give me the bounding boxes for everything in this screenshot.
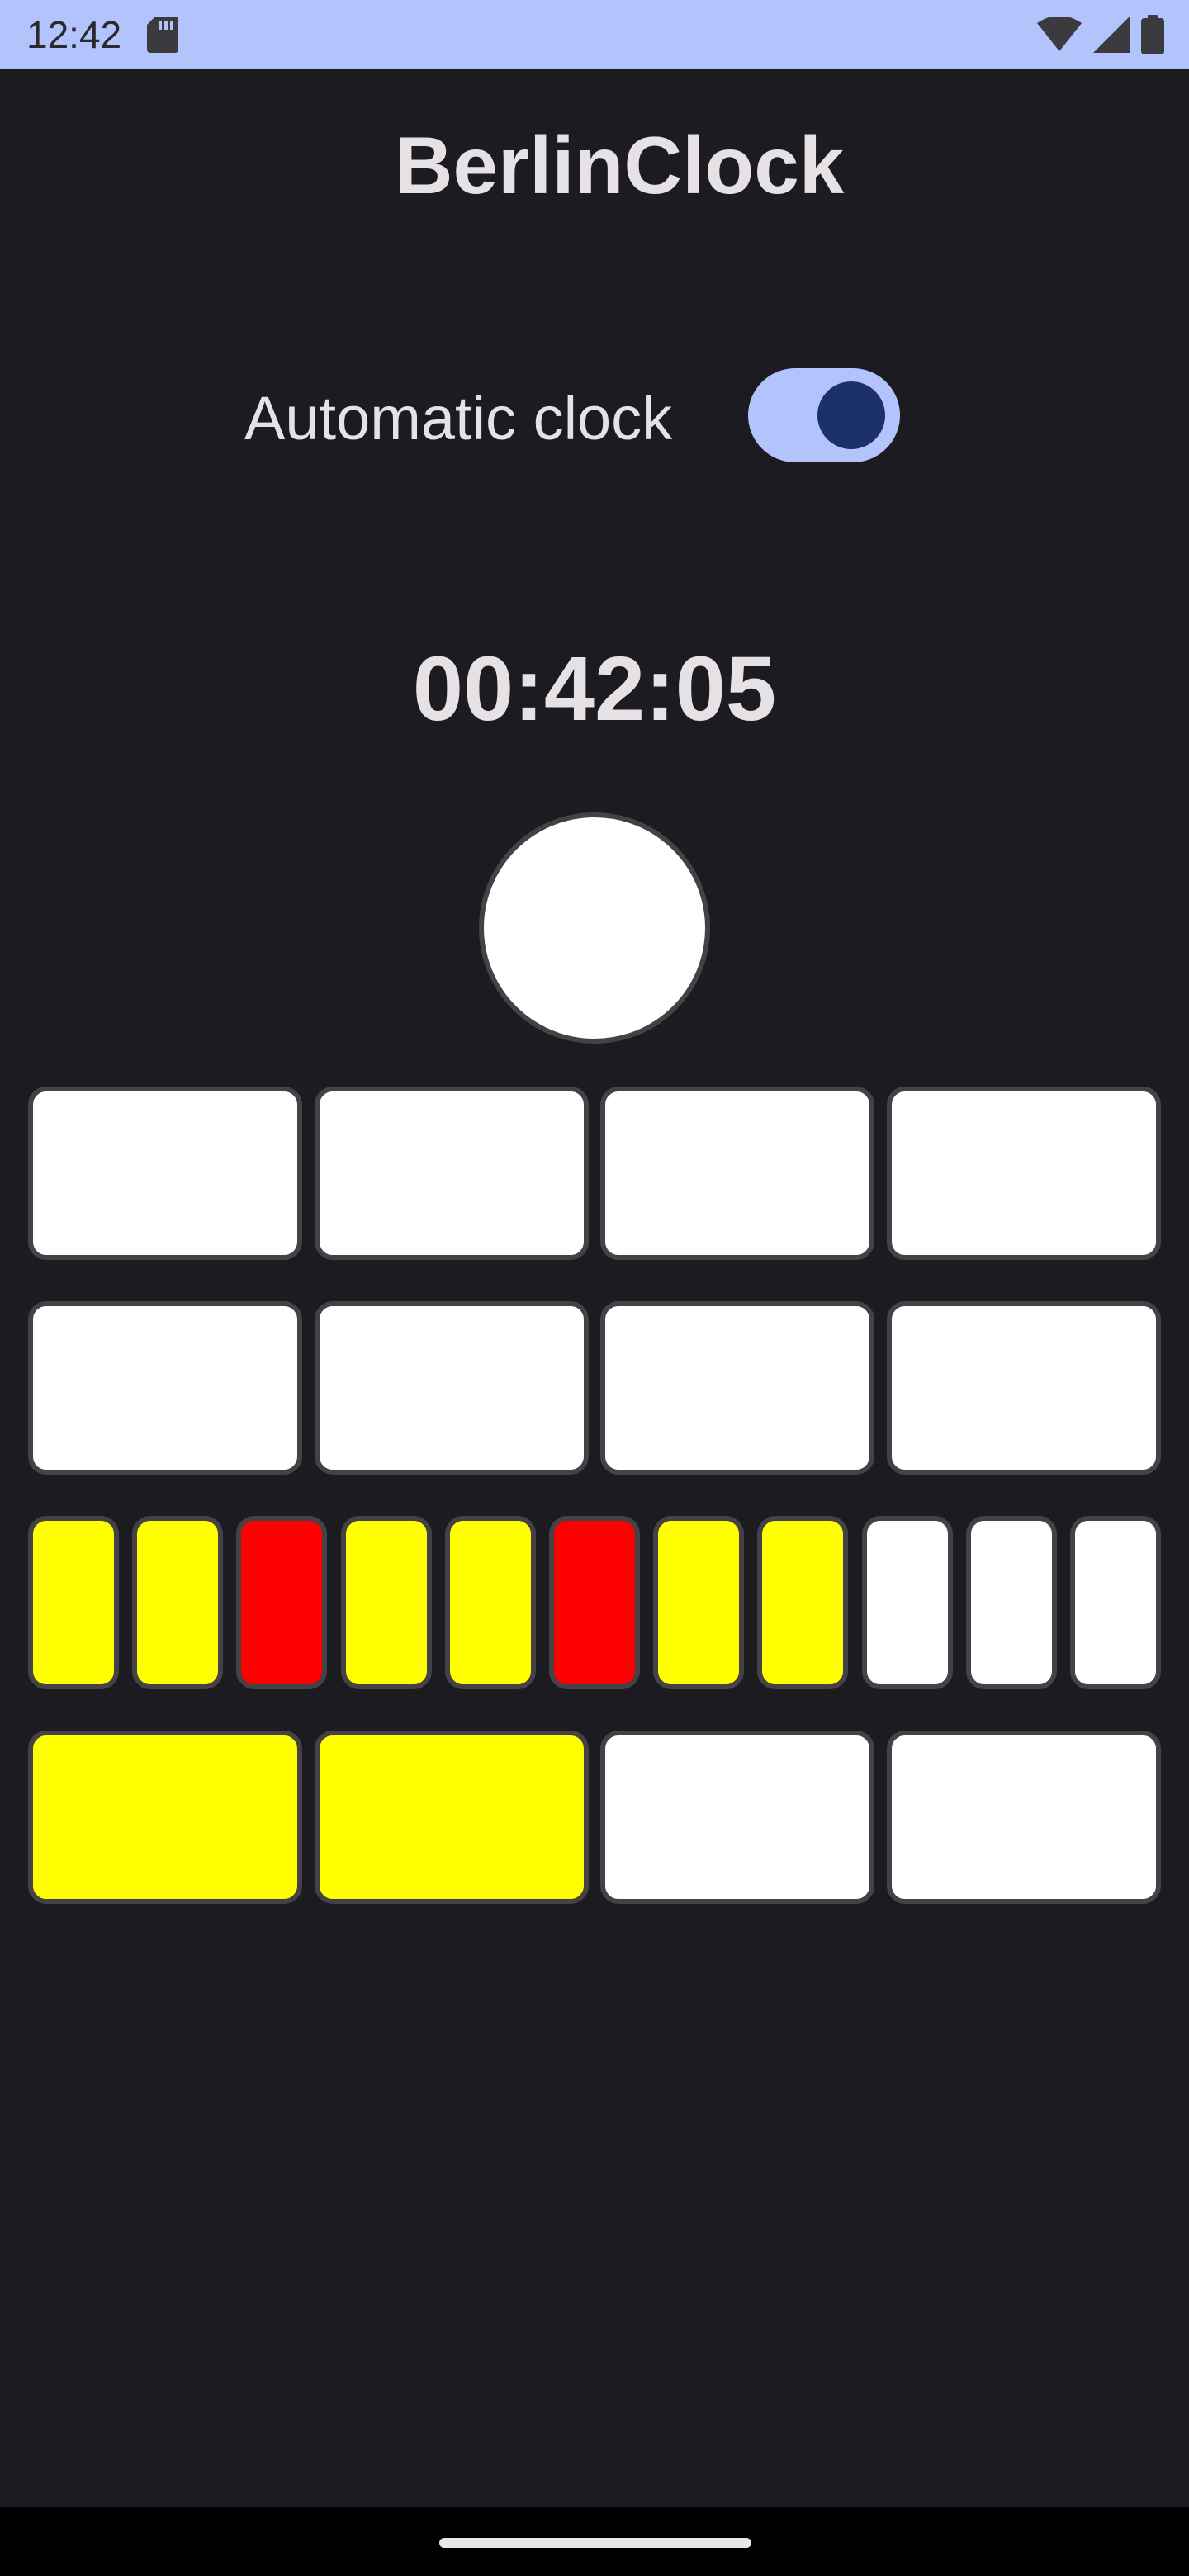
cell-signal-icon bbox=[1093, 17, 1130, 53]
sd-card-icon bbox=[147, 17, 178, 53]
one-minute-lamp-3 bbox=[600, 1731, 875, 1904]
five-minutes-lamp-5 bbox=[444, 1516, 536, 1689]
five-hours-lamp-3 bbox=[600, 1087, 875, 1260]
navigation-bar bbox=[0, 2507, 1189, 2576]
automatic-clock-label: Automatic clock bbox=[244, 384, 673, 452]
five-minutes-lamp-2 bbox=[132, 1516, 224, 1689]
five-minutes-lamp-8 bbox=[757, 1516, 849, 1689]
five-minutes-lamp-6 bbox=[548, 1516, 640, 1689]
automatic-clock-toggle[interactable] bbox=[748, 368, 900, 462]
five-minutes-lamp-3 bbox=[236, 1516, 328, 1689]
five-minutes-row bbox=[28, 1516, 1161, 1689]
toggle-knob bbox=[817, 381, 885, 449]
status-time: 12:42 bbox=[26, 13, 122, 56]
five-minutes-lamp-11 bbox=[1069, 1516, 1161, 1689]
one-hour-lamp-2 bbox=[314, 1301, 589, 1475]
five-minutes-lamp-4 bbox=[340, 1516, 432, 1689]
one-hour-lamp-4 bbox=[886, 1301, 1161, 1475]
five-hours-row bbox=[28, 1087, 1161, 1260]
home-gesture-handle[interactable] bbox=[439, 2538, 751, 2548]
one-hour-lamp-1 bbox=[28, 1301, 302, 1475]
wifi-icon bbox=[1037, 17, 1082, 51]
one-hour-row bbox=[28, 1301, 1161, 1475]
five-minutes-lamp-1 bbox=[28, 1516, 119, 1689]
five-minutes-lamp-9 bbox=[861, 1516, 953, 1689]
status-icons bbox=[1037, 15, 1164, 54]
one-minute-lamp-2 bbox=[314, 1731, 589, 1904]
digital-time: 00:42:05 bbox=[412, 638, 777, 740]
app-title: BerlinClock bbox=[394, 120, 845, 211]
one-minute-lamp-4 bbox=[886, 1731, 1161, 1904]
five-hours-lamp-4 bbox=[886, 1087, 1161, 1260]
battery-icon bbox=[1141, 15, 1164, 54]
seconds-lamp bbox=[479, 812, 710, 1044]
one-minute-lamp-1 bbox=[28, 1731, 302, 1904]
status-bar: 12:42 bbox=[0, 0, 1189, 69]
five-minutes-lamp-10 bbox=[965, 1516, 1057, 1689]
five-minutes-lamp-7 bbox=[653, 1516, 745, 1689]
five-hours-lamp-1 bbox=[28, 1087, 302, 1260]
five-hours-lamp-2 bbox=[314, 1087, 589, 1260]
one-minute-row bbox=[28, 1731, 1161, 1904]
one-hour-lamp-3 bbox=[600, 1301, 875, 1475]
